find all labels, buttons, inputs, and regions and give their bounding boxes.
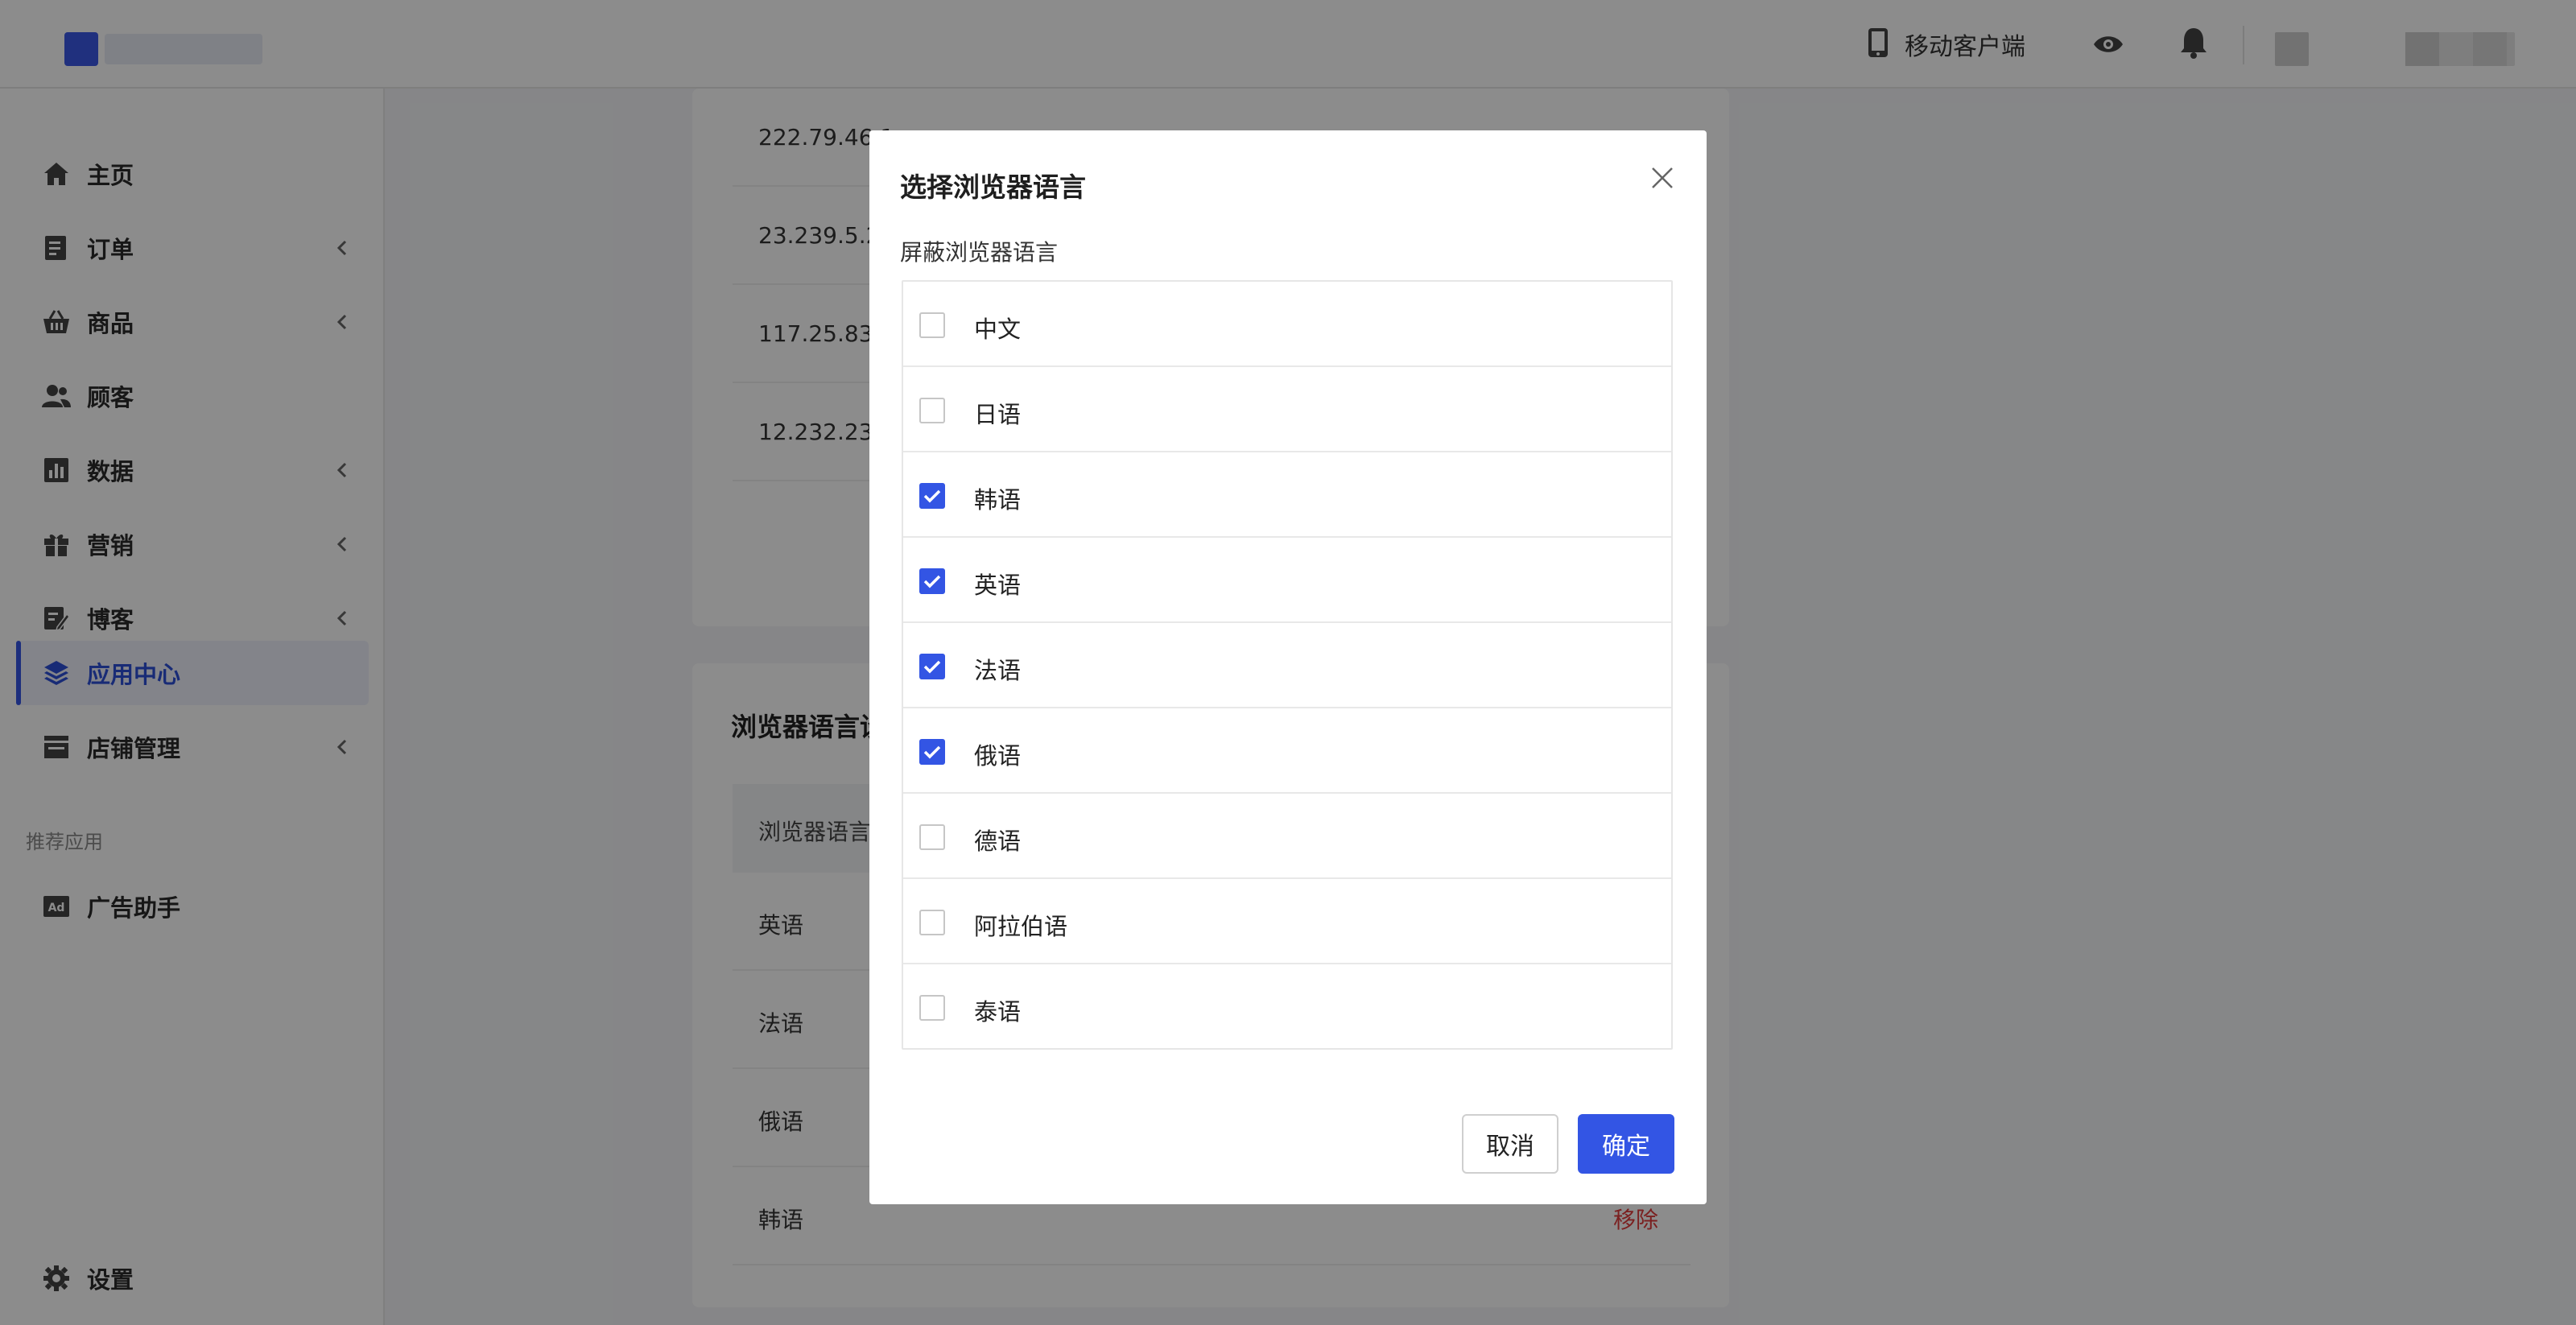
check-icon <box>923 660 941 674</box>
checkbox[interactable] <box>919 398 945 423</box>
close-icon[interactable] <box>1642 158 1682 198</box>
check-icon <box>923 489 941 503</box>
language-option-thai[interactable]: 泰语 <box>903 964 1671 1050</box>
language-option-korean[interactable]: 韩语 <box>903 452 1671 538</box>
checkbox[interactable] <box>919 312 945 338</box>
option-label: 中文 <box>974 316 1022 343</box>
check-icon <box>923 575 941 588</box>
language-option-chinese[interactable]: 中文 <box>903 282 1671 367</box>
check-icon <box>923 745 941 759</box>
option-label: 德语 <box>974 828 1022 855</box>
checkbox[interactable] <box>919 910 945 935</box>
select-browser-language-dialog: 选择浏览器语言 屏蔽浏览器语言 中文 日语 韩语 英语 法语 俄语 德语 阿拉伯… <box>869 130 1707 1204</box>
language-option-japanese[interactable]: 日语 <box>903 367 1671 452</box>
checkbox-checked[interactable] <box>919 568 945 594</box>
language-option-list: 中文 日语 韩语 英语 法语 俄语 德语 阿拉伯语 泰语 <box>902 280 1673 1050</box>
option-label: 泰语 <box>974 998 1022 1026</box>
language-option-french[interactable]: 法语 <box>903 623 1671 708</box>
cancel-button[interactable]: 取消 <box>1462 1114 1558 1174</box>
language-option-russian[interactable]: 俄语 <box>903 708 1671 794</box>
option-label: 俄语 <box>974 742 1022 770</box>
checkbox[interactable] <box>919 824 945 850</box>
option-label: 日语 <box>974 401 1022 428</box>
language-option-arabic[interactable]: 阿拉伯语 <box>903 879 1671 964</box>
checkbox[interactable] <box>919 995 945 1021</box>
checkbox-checked[interactable] <box>919 739 945 765</box>
language-option-english[interactable]: 英语 <box>903 538 1671 623</box>
dialog-title: 选择浏览器语言 <box>900 171 1086 203</box>
confirm-button[interactable]: 确定 <box>1578 1114 1674 1174</box>
option-label: 英语 <box>974 572 1022 599</box>
language-option-german[interactable]: 德语 <box>903 794 1671 879</box>
option-label: 韩语 <box>974 486 1022 514</box>
checkbox-checked[interactable] <box>919 654 945 679</box>
checkbox-checked[interactable] <box>919 483 945 509</box>
dialog-subtitle: 屏蔽浏览器语言 <box>900 239 1059 266</box>
option-label: 法语 <box>974 657 1022 684</box>
option-label: 阿拉伯语 <box>974 913 1068 940</box>
